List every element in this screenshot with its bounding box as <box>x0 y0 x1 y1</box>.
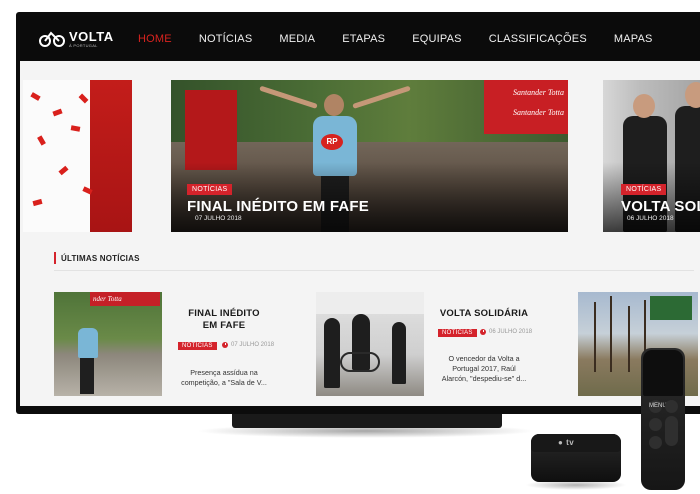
tv-stand <box>232 414 502 428</box>
card-date: 07 JULHO 2018 <box>222 342 274 348</box>
hero-slide-next[interactable]: NOTÍCIAS VOLTA SOLID 06 JULHO 2018 <box>603 80 700 232</box>
hero-tag[interactable]: NOTÍCIAS <box>621 184 667 195</box>
card-title[interactable]: VOLTA SOLIDÁRIA <box>438 308 530 320</box>
streaming-box: ● tv <box>531 434 621 482</box>
rider-jersey <box>78 328 98 358</box>
hero-title[interactable]: VOLTA SOLID <box>621 198 700 215</box>
person-figure <box>392 322 406 384</box>
streaming-box-label: ● tv <box>558 438 575 447</box>
nav-media[interactable]: MEDIA <box>279 33 315 45</box>
nav-etapas[interactable]: ETAPAS <box>342 33 385 45</box>
section-divider <box>54 270 694 271</box>
top-nav: VOLTA À PORTUGAL HOME NOTÍCIAS MEDIA ETA… <box>20 16 700 61</box>
card-title[interactable]: FINAL INÉDITO <box>178 308 270 320</box>
hero-title[interactable]: FINAL INÉDITO EM FAFE <box>187 198 369 215</box>
card-thumbnail[interactable] <box>316 292 424 396</box>
remote-play-pause-button[interactable] <box>649 436 662 449</box>
remote-touch-surface[interactable] <box>643 350 683 396</box>
site-logo[interactable]: VOLTA À PORTUGAL <box>38 30 138 48</box>
bicycle <box>340 352 380 372</box>
tv-screen: VOLTA À PORTUGAL HOME NOTÍCIAS MEDIA ETA… <box>20 16 700 406</box>
hero-date: 07 JULHO 2018 <box>195 215 242 222</box>
remote-tv-button[interactable] <box>665 400 678 413</box>
rider-logo-badge: RP <box>321 134 343 150</box>
podium-panel <box>90 80 132 232</box>
thumbnail-image <box>54 292 162 396</box>
road-sign <box>650 296 692 320</box>
tree-trunk <box>628 306 630 372</box>
card-date-text: 06 JULHO 2018 <box>489 329 533 335</box>
rider-head <box>324 94 344 116</box>
card-description: competição, a "Sala de V... <box>181 378 267 387</box>
tree-trunk <box>594 302 596 372</box>
card-tag[interactable]: NOTÍCIAS <box>438 329 477 337</box>
card-description: Alarcón, "despediu-se" d... <box>441 374 527 383</box>
clock-icon <box>480 329 486 335</box>
remote-menu-button[interactable]: MENU <box>649 400 667 413</box>
logo-tagline: À PORTUGAL <box>69 42 98 48</box>
logo-wordmark: VOLTA <box>69 28 114 44</box>
hero-slide-main[interactable]: Santander Totta Santander Totta RP NOTÍC… <box>171 80 568 232</box>
tree-trunk <box>610 296 612 372</box>
card-description: Presença assídua na <box>190 368 258 377</box>
hero-slide-prev[interactable] <box>23 80 132 232</box>
thumbnail-banner: nder Totta <box>90 292 160 306</box>
window-light <box>316 292 424 314</box>
tv-remote: MENU <box>641 348 685 490</box>
nav-mapas[interactable]: MAPAS <box>614 33 653 45</box>
sponsor-text: Santander Totta <box>512 88 564 97</box>
card-description: Portugal 2017, Raúl <box>452 364 516 373</box>
bike-logo-icon <box>39 30 65 47</box>
main-menu: HOME NOTÍCIAS MEDIA ETAPAS EQUIPAS CLASS… <box>138 33 680 45</box>
card-description: O vencedor da Volta a <box>448 354 520 363</box>
card-thumbnail[interactable]: nder Totta <box>54 292 162 396</box>
red-banner <box>185 90 237 170</box>
card-date: 06 JULHO 2018 <box>480 329 532 335</box>
section-accent-bar <box>54 252 56 264</box>
streaming-box-top: ● tv <box>531 434 621 452</box>
tv-frame: VOLTA À PORTUGAL HOME NOTÍCIAS MEDIA ETA… <box>16 12 700 414</box>
sponsor-text: Santander Totta <box>512 108 564 117</box>
nav-classificacoes[interactable]: CLASSIFICAÇÕES <box>489 33 587 45</box>
hero-tag[interactable]: NOTÍCIAS <box>187 184 233 195</box>
remote-volume-rocker[interactable] <box>665 416 678 446</box>
remote-siri-button[interactable] <box>649 418 662 431</box>
card-title[interactable]: EM FAFE <box>178 320 270 332</box>
clock-icon <box>222 342 228 348</box>
nav-home[interactable]: HOME <box>138 33 172 45</box>
hero-date: 06 JULHO 2018 <box>627 215 674 222</box>
person-figure <box>324 318 340 388</box>
card-tag[interactable]: NOTÍCIAS <box>178 342 217 350</box>
person-head <box>685 82 700 108</box>
rider-legs <box>80 358 94 394</box>
nav-equipas[interactable]: EQUIPAS <box>412 33 462 45</box>
nav-noticias[interactable]: NOTÍCIAS <box>199 33 253 45</box>
person-head <box>633 94 655 118</box>
apple-icon: ● <box>558 438 564 447</box>
sponsor-banner: Santander Totta Santander Totta <box>484 80 568 134</box>
section-header: ÚLTIMAS NOTÍCIAS <box>54 252 140 264</box>
card-date-text: 07 JULHO 2018 <box>231 342 275 348</box>
section-title: ÚLTIMAS NOTÍCIAS <box>61 253 140 263</box>
